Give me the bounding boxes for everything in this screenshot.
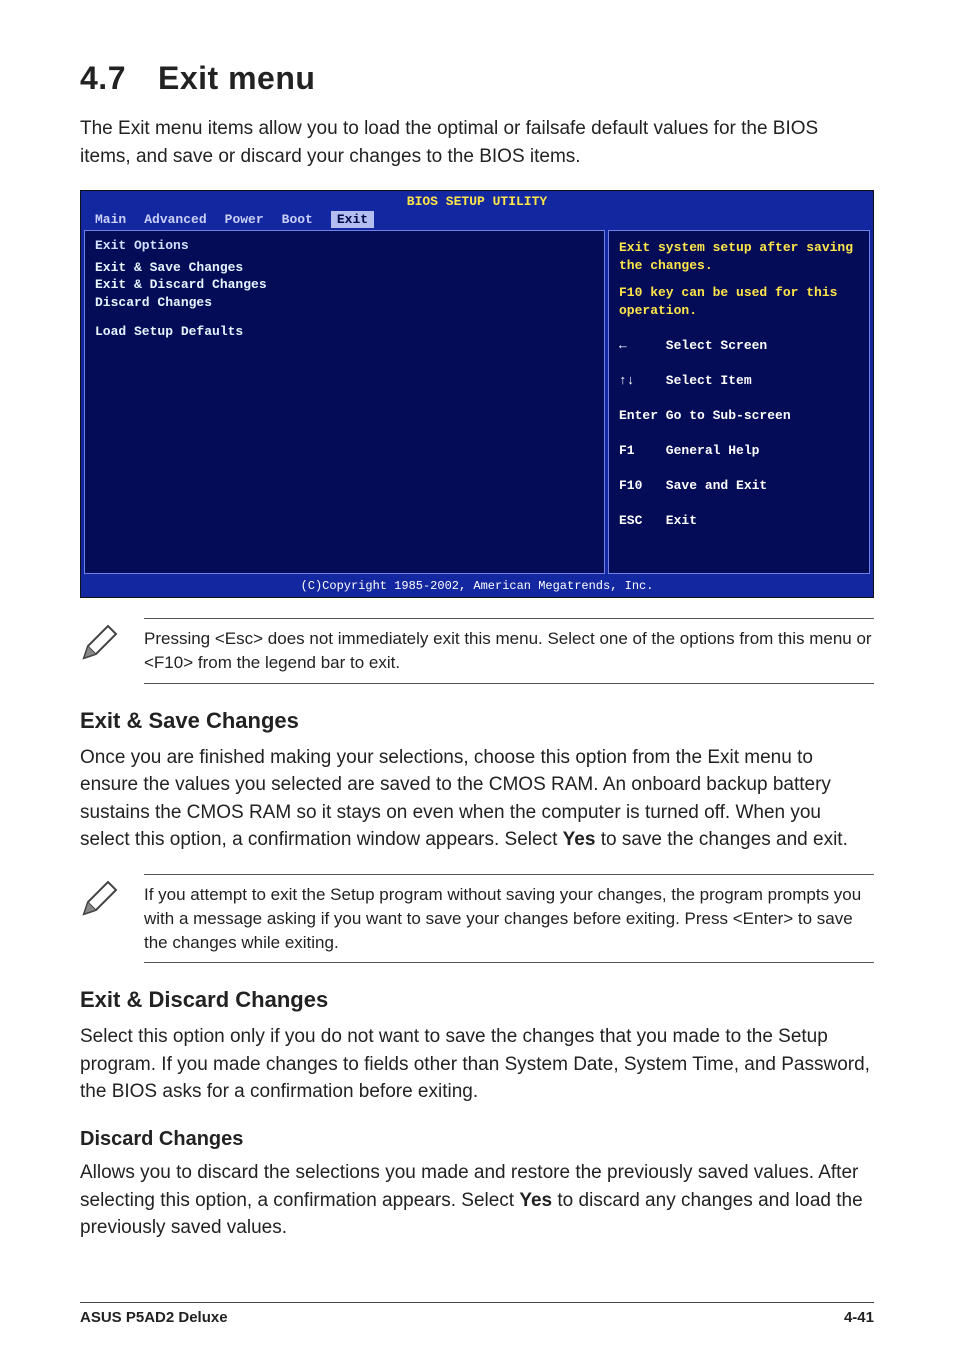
legend-esc: ESC Exit <box>619 512 859 530</box>
bios-legend: ← Select Screen ↑↓ Select Item Enter Go … <box>619 319 859 565</box>
bios-tab-main[interactable]: Main <box>95 211 126 229</box>
bios-title: BIOS SETUP UTILITY <box>81 191 873 211</box>
section-heading: 4.7 Exit menu <box>80 60 874 97</box>
bios-exit-options-header: Exit Options <box>95 237 594 255</box>
body-exit-save-b: to save the changes and exit. <box>595 829 847 850</box>
note-exit-without-save-text: If you attempt to exit the Setup program… <box>144 874 874 963</box>
bios-body: Exit Options Exit & Save Changes Exit & … <box>81 230 873 577</box>
page-footer: ASUS P5AD2 Deluxe 4-41 <box>80 1302 874 1326</box>
footer-right: 4-41 <box>844 1309 874 1326</box>
heading-exit-save: Exit & Save Changes <box>80 708 874 734</box>
bios-option-exit-save[interactable]: Exit & Save Changes <box>95 259 594 277</box>
legend-select-item: ↑↓ Select Item <box>619 372 859 390</box>
bios-right-pane: Exit system setup after saving the chang… <box>608 230 870 574</box>
bios-option-load-defaults[interactable]: Load Setup Defaults <box>95 323 594 341</box>
legend-select-screen: ← Select Screen <box>619 337 859 355</box>
bios-option-discard[interactable]: Discard Changes <box>95 294 594 312</box>
pencil-note-icon <box>80 874 124 923</box>
spacer <box>619 274 859 284</box>
bios-help-text: Exit system setup after saving the chang… <box>619 239 859 319</box>
section-number: 4.7 <box>80 60 126 97</box>
body-discard: Allows you to discard the selections you… <box>80 1159 874 1242</box>
note-esc: Pressing <Esc> does not immediately exit… <box>80 618 874 684</box>
body-discard-yes: Yes <box>519 1190 552 1211</box>
bios-left-pane: Exit Options Exit & Save Changes Exit & … <box>84 230 605 574</box>
note-exit-without-save: If you attempt to exit the Setup program… <box>80 874 874 963</box>
body-exit-discard: Select this option only if you do not wa… <box>80 1023 874 1106</box>
bios-help-line2: F10 key can be used for this operation. <box>619 284 859 319</box>
body-exit-save-yes: Yes <box>563 829 596 850</box>
bios-tab-bar: Main Advanced Power Boot Exit <box>81 211 873 231</box>
note-esc-text: Pressing <Esc> does not immediately exit… <box>144 618 874 684</box>
spacer <box>95 311 594 323</box>
bios-window: BIOS SETUP UTILITY Main Advanced Power B… <box>80 190 874 598</box>
bios-tab-exit[interactable]: Exit <box>331 211 374 229</box>
footer-left: ASUS P5AD2 Deluxe <box>80 1309 228 1326</box>
legend-enter: Enter Go to Sub-screen <box>619 407 859 425</box>
section-title-text: Exit menu <box>158 60 315 96</box>
bios-tab-boot[interactable]: Boot <box>282 211 313 229</box>
bios-tab-advanced[interactable]: Advanced <box>144 211 206 229</box>
bios-tab-power[interactable]: Power <box>225 211 264 229</box>
pencil-note-icon <box>80 618 124 667</box>
bios-copyright: (C)Copyright 1985-2002, American Megatre… <box>81 577 873 597</box>
legend-f10: F10 Save and Exit <box>619 477 859 495</box>
bios-help-line1: Exit system setup after saving the chang… <box>619 239 859 274</box>
heading-discard: Discard Changes <box>80 1128 874 1151</box>
bios-option-exit-discard[interactable]: Exit & Discard Changes <box>95 276 594 294</box>
legend-f1: F1 General Help <box>619 442 859 460</box>
body-exit-save: Once you are finished making your select… <box>80 744 874 854</box>
intro-paragraph: The Exit menu items allow you to load th… <box>80 115 874 170</box>
heading-exit-discard: Exit & Discard Changes <box>80 987 874 1013</box>
